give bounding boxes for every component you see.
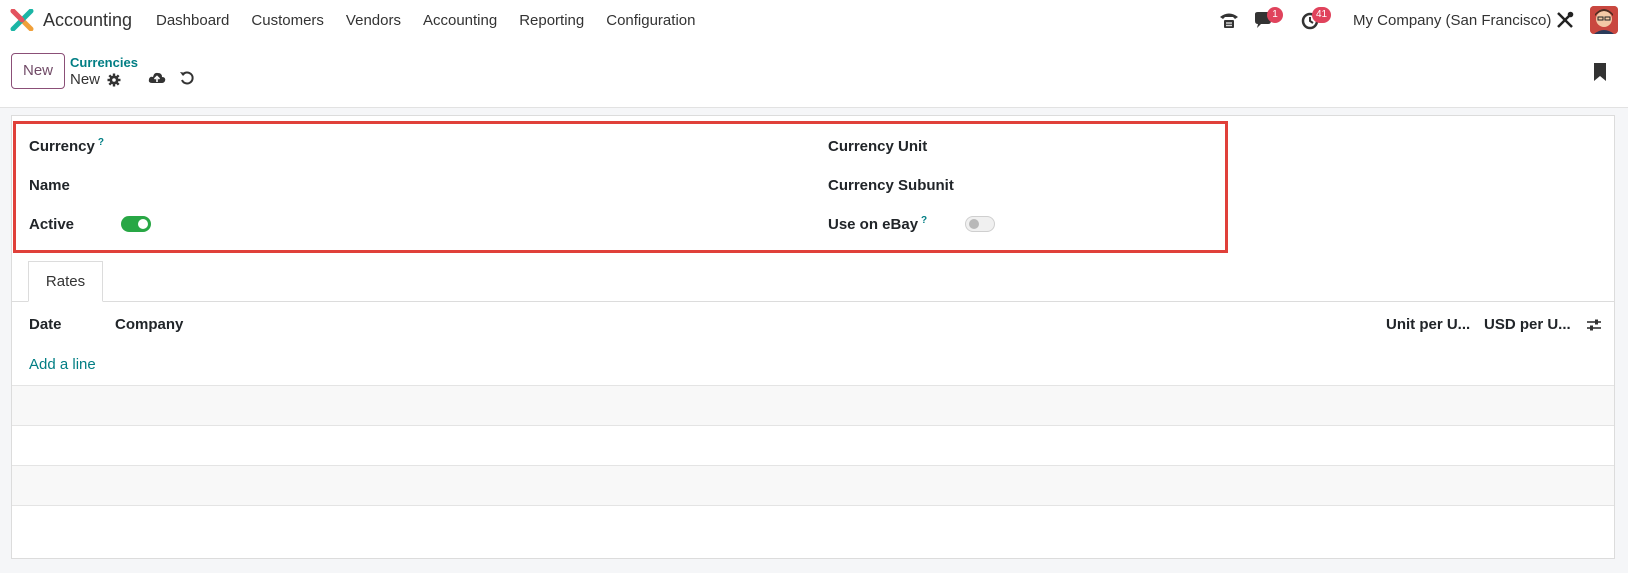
new-button[interactable]: New: [11, 53, 65, 89]
column-usd-per-unit[interactable]: USD per U...: [1484, 316, 1571, 333]
tab-divider: [11, 301, 1615, 302]
menu-dashboard[interactable]: Dashboard: [156, 12, 229, 29]
currency-subunit-label: Currency Subunit: [828, 177, 954, 194]
ebay-help-icon[interactable]: ?: [921, 215, 927, 226]
table-row: [12, 465, 1614, 505]
gear-icon[interactable]: [107, 73, 123, 89]
tools-icon[interactable]: [1555, 10, 1577, 30]
table-row: [12, 425, 1614, 465]
chat-badge: 1: [1267, 7, 1283, 23]
breadcrumb-currencies[interactable]: Currencies: [70, 55, 138, 70]
app-logo-icon[interactable]: [10, 8, 34, 32]
name-label: Name: [29, 177, 70, 194]
activity-badge: 41: [1312, 7, 1332, 23]
use-on-ebay-toggle[interactable]: [965, 216, 995, 232]
bookmark-icon[interactable]: [1592, 62, 1608, 81]
user-avatar[interactable]: [1590, 6, 1618, 34]
currency-unit-label: Currency Unit: [828, 138, 928, 155]
save-cloud-icon[interactable]: [148, 70, 166, 86]
active-toggle[interactable]: [121, 216, 151, 232]
add-line-link[interactable]: Add a line: [29, 356, 96, 373]
app-name[interactable]: Accounting: [43, 10, 132, 31]
menu-configuration[interactable]: Configuration: [606, 12, 695, 29]
breadcrumb-current: New: [70, 71, 101, 88]
column-unit-per-usd[interactable]: Unit per U...: [1386, 316, 1470, 333]
menu-vendors[interactable]: Vendors: [346, 12, 401, 29]
column-company[interactable]: Company: [115, 316, 183, 333]
company-switcher[interactable]: My Company (San Francisco): [1353, 12, 1551, 29]
active-label: Active: [29, 216, 75, 233]
use-on-ebay-label: Use on eBay?: [828, 215, 928, 233]
currency-label: Currency?: [29, 137, 104, 155]
discard-icon[interactable]: [179, 70, 195, 86]
currency-help-icon[interactable]: ?: [98, 137, 104, 148]
top-navbar: Accounting Dashboard Customers Vendors A…: [0, 0, 1628, 40]
phone-icon[interactable]: [1218, 10, 1240, 30]
table-row: [12, 385, 1614, 425]
tab-rates[interactable]: Rates: [28, 261, 103, 302]
menu-reporting[interactable]: Reporting: [519, 12, 584, 29]
optional-columns-icon[interactable]: [1586, 318, 1602, 334]
main-menu: Dashboard Customers Vendors Accounting R…: [156, 12, 717, 29]
column-date[interactable]: Date: [29, 316, 62, 333]
control-panel: New Currencies New: [0, 40, 1628, 108]
table-row: [12, 505, 1614, 545]
highlight-box: [13, 121, 1228, 253]
menu-accounting[interactable]: Accounting: [423, 12, 497, 29]
menu-customers[interactable]: Customers: [251, 12, 324, 29]
